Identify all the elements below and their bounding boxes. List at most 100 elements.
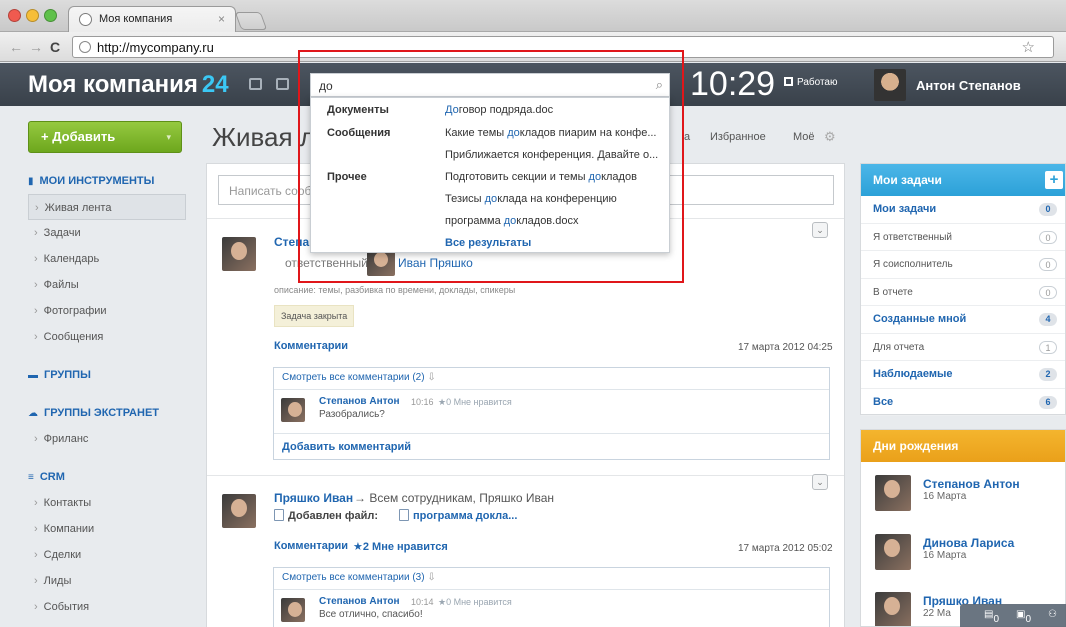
birthday-date: 16 Марта	[923, 491, 967, 502]
sidebar-item-calendar[interactable]: Календарь	[28, 246, 186, 272]
sidebar-item-files[interactable]: Файлы	[28, 272, 186, 298]
task-filter-row[interactable]: Я соисполнитель 0	[861, 251, 1065, 279]
avatar[interactable]	[222, 494, 256, 528]
birthday-name: Степанов Антон	[923, 477, 1020, 491]
gear-icon[interactable]: ⚙	[824, 129, 836, 145]
add-task-button[interactable]: +	[1045, 171, 1063, 189]
task-filter-row[interactable]: Для отчета 1	[861, 334, 1065, 361]
sidebar-section-crm[interactable]: ≡ CRM	[28, 464, 186, 490]
sidebar-item-events[interactable]: События	[28, 594, 186, 620]
bookmark-star-icon[interactable]: ☆	[1022, 38, 1035, 56]
sidebar: ▮ Мои инструменты Живая лента Задачи Кале…	[28, 168, 186, 620]
maximize-window-button[interactable]	[44, 9, 57, 22]
new-tab-button[interactable]	[234, 12, 268, 30]
plus-icon: +	[41, 129, 53, 144]
task-filter-row[interactable]: В отчете 0	[861, 279, 1065, 306]
birthday-date: 16 Марта	[923, 550, 967, 561]
messages-counter[interactable]: ▤ 0	[984, 609, 999, 625]
notifications-icon[interactable]	[276, 78, 289, 90]
sidebar-section-extranet[interactable]: ☁ Группы экстранет	[28, 400, 186, 426]
avatar[interactable]	[281, 398, 305, 422]
task-filter-row[interactable]: Мои задачи 0	[861, 196, 1065, 224]
avatar[interactable]	[222, 237, 256, 271]
count-badge: 0	[1039, 285, 1057, 299]
tab-close-icon[interactable]: ×	[218, 12, 225, 26]
brand-number: 24	[201, 71, 229, 98]
view-all-comments-label: Смотреть все комментарии (3)	[282, 572, 425, 583]
bottom-dock: ▤ 0 ▣ 0 ⚇	[960, 604, 1066, 627]
status-badge: Задача закрыта	[274, 305, 355, 327]
tab-mine[interactable]: Моё	[793, 131, 815, 143]
back-button[interactable]: ←	[9, 39, 23, 55]
task-filter-row[interactable]: Я ответственный 0	[861, 224, 1065, 251]
notifications-counter[interactable]: ▣ 0	[1016, 609, 1031, 625]
avatar	[875, 592, 911, 626]
browser-tab[interactable]: Моя компания ×	[68, 6, 236, 32]
clock: 10:29	[690, 65, 776, 103]
task-filter-row[interactable]: Все 6	[861, 389, 1065, 416]
task-filter-row[interactable]: Созданные мной 4	[861, 306, 1065, 334]
reload-button[interactable]: C	[50, 39, 60, 55]
comments-link[interactable]: Комментарии	[274, 340, 348, 352]
minimize-window-button[interactable]	[26, 9, 39, 22]
count-badge: 4	[1039, 313, 1057, 326]
document-icon	[399, 509, 409, 521]
post-menu-chevron-icon[interactable]: ⌄	[812, 222, 828, 238]
sidebar-item-live-feed[interactable]: Живая лента	[28, 194, 186, 220]
crm-icon: ≡	[28, 472, 34, 483]
tab-all[interactable]: а	[684, 131, 690, 143]
sidebar-item-messages[interactable]: Сообщения	[28, 324, 186, 350]
brand-name: Моя компания	[28, 71, 198, 98]
post-recipients: → Всем сотрудникам, Пряшко Иван	[354, 491, 555, 505]
browser-tab-bar: Моя компания ×	[0, 0, 1066, 32]
add-comment-link[interactable]: Добавить комментарий	[282, 441, 411, 453]
post-date: 17 марта 2012 04:25	[738, 342, 833, 353]
comment-author[interactable]: Степанов Антон	[319, 396, 400, 407]
avatar	[874, 69, 906, 101]
sidebar-item-leads[interactable]: Лиды	[28, 568, 186, 594]
sidebar-section-tools[interactable]: ▮ Мои инструменты	[28, 168, 186, 194]
comments-link[interactable]: Комментарии	[274, 540, 348, 552]
brand-logo[interactable]: Моя компания 24	[28, 71, 229, 99]
like-button[interactable]: ★0 Мне нравится	[438, 397, 512, 408]
view-all-comments-link[interactable]: Смотреть все комментарии (3) ⇩	[282, 572, 436, 583]
view-all-comments-link[interactable]: Смотреть все комментарии (2) ⇩	[282, 372, 436, 383]
chevron-down-icon[interactable]: ▾	[166, 122, 171, 152]
like-button[interactable]: ★0 Мне нравится	[438, 597, 512, 608]
comment-author[interactable]: Степанов Антон	[319, 596, 400, 607]
sidebar-item-companies[interactable]: Компании	[28, 516, 186, 542]
sidebar-section-label: Мои инструменты	[39, 175, 155, 187]
sidebar-item-contacts[interactable]: Контакты	[28, 490, 186, 516]
comments-box: Смотреть все комментарии (3) ⇩ Степанов …	[273, 567, 830, 627]
users-icon[interactable]: ⚇	[1048, 609, 1057, 620]
tasks-title: Мои задачи	[873, 173, 942, 187]
avatar[interactable]	[281, 598, 305, 622]
post-author[interactable]: Пряшко Иван	[274, 491, 353, 505]
sidebar-section-label: Группы	[44, 369, 91, 381]
sidebar-item-tasks[interactable]: Задачи	[28, 220, 186, 246]
count-badge: 1	[1039, 340, 1057, 354]
tab-favorites[interactable]: Избранное	[710, 131, 766, 143]
user-name: Антон Степанов	[916, 78, 1021, 93]
sidebar-item-freelance[interactable]: Фриланс	[28, 426, 186, 452]
task-filter-row[interactable]: Наблюдаемые 2	[861, 361, 1065, 389]
post-menu-chevron-icon[interactable]: ⌄	[812, 474, 828, 490]
like-button[interactable]: ★2 Мне нравится	[353, 540, 448, 553]
file-name: программа докла...	[413, 510, 518, 522]
sidebar-section-label: Группы экстранет	[44, 407, 160, 419]
tasks-header: Мои задачи +	[861, 164, 1065, 196]
birthday-date: 22 Ма	[923, 608, 951, 619]
task-filter-label: Я соисполнитель	[873, 259, 953, 270]
add-button[interactable]: + Добавить ▾	[28, 121, 182, 153]
sidebar-section-groups[interactable]: ▬ Группы	[28, 362, 186, 388]
forward-button[interactable]: →	[29, 39, 43, 55]
work-status-label: Работаю	[797, 77, 838, 88]
file-link[interactable]: программа докла...	[399, 509, 517, 522]
sidebar-item-deals[interactable]: Сделки	[28, 542, 186, 568]
count-badge: 0	[1039, 258, 1057, 271]
sidebar-item-photos[interactable]: Фотографии	[28, 298, 186, 324]
work-status-button[interactable]: Работаю	[784, 77, 838, 88]
task-filter-label: В отчете	[873, 286, 913, 298]
close-window-button[interactable]	[8, 9, 21, 22]
messages-icon[interactable]	[249, 78, 262, 90]
